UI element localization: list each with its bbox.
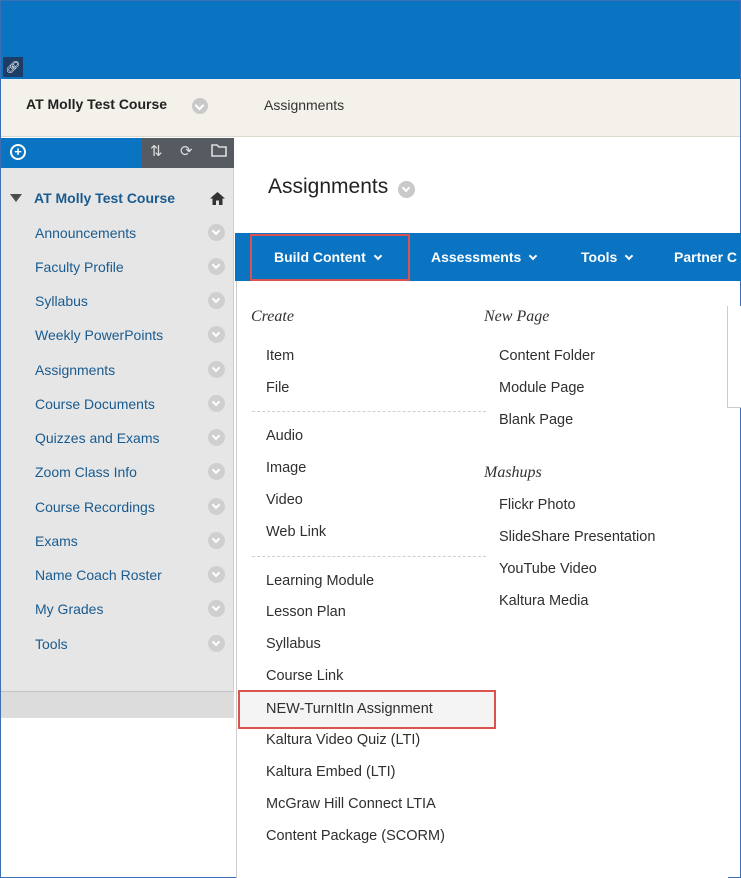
chevron-down-icon [529, 251, 538, 261]
menu-divider [252, 556, 486, 557]
sidebar-footer [1, 691, 234, 718]
chevron-down-icon[interactable] [208, 224, 225, 241]
partner-content-button[interactable]: Partner C [674, 249, 737, 265]
sidebar-item-zoom-class-info[interactable]: Zoom Class Info [35, 464, 137, 480]
refresh-icon[interactable]: ⟳ [180, 142, 193, 160]
highlight-turnitin [238, 690, 496, 729]
menu-item-learning-module[interactable]: Learning Module [266, 573, 374, 589]
menu-item-youtube-video[interactable]: YouTube Video [499, 561, 597, 577]
menu-item-lesson-plan[interactable]: Lesson Plan [266, 604, 346, 620]
chevron-down-icon[interactable] [208, 635, 225, 652]
sidebar-item-course-recordings[interactable]: Course Recordings [35, 499, 155, 515]
sidebar-item-tools[interactable]: Tools [35, 636, 68, 652]
chevron-down-icon [625, 251, 634, 261]
menu-item-course-link[interactable]: Course Link [266, 668, 343, 684]
breadcrumb-chevron-down-icon[interactable] [192, 98, 208, 114]
chevron-down-icon[interactable] [208, 326, 225, 343]
chevron-down-icon[interactable] [208, 566, 225, 583]
collapse-triangle-icon[interactable] [10, 194, 22, 202]
sidebar-item-name-coach-roster[interactable]: Name Coach Roster [35, 567, 162, 583]
chevron-down-icon[interactable] [208, 600, 225, 617]
menu-item-file[interactable]: File [266, 380, 289, 396]
title-chevron-down-icon[interactable] [398, 181, 415, 198]
menu-item-kaltura-video-quiz[interactable]: Kaltura Video Quiz (LTI) [266, 732, 420, 748]
sidebar-item-assignments[interactable]: Assignments [35, 362, 115, 378]
chevron-down-icon[interactable] [208, 532, 225, 549]
chevron-down-icon[interactable] [208, 498, 225, 515]
sidebar-item-faculty-profile[interactable]: Faculty Profile [35, 259, 124, 275]
tools-button[interactable]: Tools [581, 249, 634, 265]
menu-item-video[interactable]: Video [266, 492, 303, 508]
course-menu-title[interactable]: AT Molly Test Course [34, 190, 175, 206]
chevron-down-icon[interactable] [208, 395, 225, 412]
sidebar-item-exams[interactable]: Exams [35, 533, 78, 549]
menu-item-blank-page[interactable]: Blank Page [499, 412, 573, 428]
menu-divider [252, 411, 486, 412]
menu-item-mcgraw-hill-connect[interactable]: McGraw Hill Connect LTIA [266, 796, 436, 812]
sidebar-item-my-grades[interactable]: My Grades [35, 601, 103, 617]
home-icon[interactable] [209, 191, 226, 206]
menu-edge [727, 306, 741, 408]
menu-heading-new-page: New Page [484, 308, 550, 325]
menu-item-module-page[interactable]: Module Page [499, 380, 584, 396]
menu-heading-mashups: Mashups [484, 464, 542, 481]
menu-item-item[interactable]: Item [266, 348, 294, 364]
link-icon[interactable]: 🔗︎ [3, 57, 23, 77]
menu-item-image[interactable]: Image [266, 460, 306, 476]
menu-item-content-folder[interactable]: Content Folder [499, 348, 595, 364]
sort-icon[interactable]: ⇅ [150, 142, 163, 160]
top-banner [1, 1, 740, 79]
menu-item-kaltura-embed[interactable]: Kaltura Embed (LTI) [266, 764, 395, 780]
folder-icon[interactable] [211, 143, 227, 161]
chevron-down-icon[interactable] [208, 292, 225, 309]
course-menu-header[interactable]: AT Molly Test Course [10, 190, 175, 206]
sidebar-item-course-documents[interactable]: Course Documents [35, 396, 155, 412]
sidebar-item-weekly-powerpoints[interactable]: Weekly PowerPoints [35, 327, 163, 343]
chevron-down-icon[interactable] [208, 361, 225, 378]
menu-item-web-link[interactable]: Web Link [266, 524, 326, 540]
chevron-down-icon[interactable] [208, 258, 225, 275]
menu-item-kaltura-media[interactable]: Kaltura Media [499, 593, 588, 609]
menu-item-slideshare-presentation[interactable]: SlideShare Presentation [499, 529, 655, 545]
page-title: Assignments [268, 175, 389, 198]
menu-heading-create: Create [251, 308, 294, 325]
chevron-down-icon[interactable] [208, 429, 225, 446]
menu-item-audio[interactable]: Audio [266, 428, 303, 444]
sidebar-item-syllabus[interactable]: Syllabus [35, 293, 88, 309]
add-icon[interactable]: + [10, 144, 26, 160]
highlight-build-content [250, 234, 410, 281]
menu-item-content-package[interactable]: Content Package (SCORM) [266, 828, 445, 844]
menu-item-flickr-photo[interactable]: Flickr Photo [499, 497, 576, 513]
menu-item-syllabus[interactable]: Syllabus [266, 636, 321, 652]
chevron-down-icon[interactable] [208, 463, 225, 480]
assessments-button[interactable]: Assessments [431, 249, 538, 265]
breadcrumb-page: Assignments [264, 97, 345, 113]
sidebar-item-announcements[interactable]: Announcements [35, 225, 136, 241]
breadcrumb-course[interactable]: AT Molly Test Course [26, 96, 167, 112]
sidebar-item-quizzes-and-exams[interactable]: Quizzes and Exams [35, 430, 160, 446]
